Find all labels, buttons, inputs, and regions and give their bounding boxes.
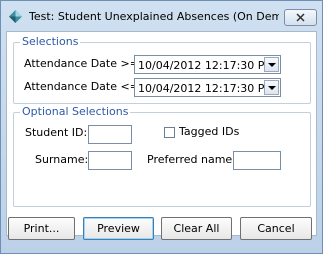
dialog-window: Test: Student Unexplained Absences (On D… (0, 0, 323, 254)
attendance-to-label: Attendance Date <= (24, 80, 139, 93)
selections-group: Selections Attendance Date >= 10/04/2012… (13, 36, 311, 104)
clear-all-button[interactable]: Clear All (161, 217, 232, 240)
attendance-from-dropdown[interactable]: 10/04/2012 12:17:30 PM (134, 55, 281, 74)
optional-selections-group: Optional Selections Student ID: Tagged I… (13, 106, 311, 207)
chevron-down-icon (267, 85, 276, 90)
app-diamond-icon (9, 10, 22, 23)
student-id-input[interactable] (88, 125, 132, 144)
cancel-button[interactable]: Cancel (240, 217, 312, 240)
preferred-name-label: Preferred name: (147, 153, 236, 166)
print-button[interactable]: Print... (8, 217, 75, 240)
selections-group-label: Selections (20, 35, 81, 48)
surname-input[interactable] (88, 151, 132, 170)
close-icon (296, 13, 305, 22)
chevron-down-icon (267, 62, 276, 67)
preview-button[interactable]: Preview (83, 217, 154, 240)
close-button[interactable] (284, 9, 317, 26)
tagged-ids-checkbox[interactable] (164, 127, 175, 138)
surname-label: Surname: (35, 153, 89, 166)
attendance-from-dropdown-button[interactable] (264, 57, 279, 72)
dialog-content: Selections Attendance Date >= 10/04/2012… (6, 31, 317, 236)
student-id-label: Student ID: (25, 126, 88, 139)
attendance-to-value: 10/04/2012 12:17:30 PM (138, 82, 274, 95)
tagged-ids-label[interactable]: Tagged IDs (179, 125, 239, 139)
preferred-name-input[interactable] (233, 151, 281, 170)
attendance-from-label: Attendance Date >= (24, 57, 139, 70)
attendance-to-dropdown[interactable]: 10/04/2012 12:17:30 PM (134, 78, 281, 97)
attendance-from-value: 10/04/2012 12:17:30 PM (138, 59, 274, 72)
attendance-to-dropdown-button[interactable] (264, 80, 279, 95)
window-title: Test: Student Unexplained Absences (On D… (29, 10, 279, 23)
optional-selections-group-label: Optional Selections (20, 105, 131, 118)
title-bar[interactable]: Test: Student Unexplained Absences (On D… (1, 1, 322, 31)
